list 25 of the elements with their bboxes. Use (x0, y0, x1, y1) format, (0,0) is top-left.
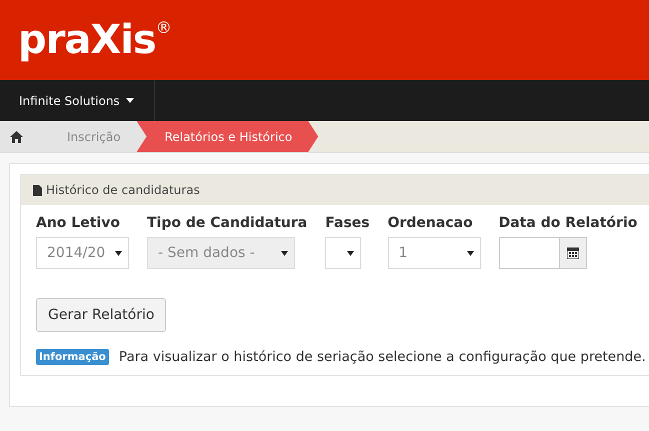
select-field[interactable]: 1 (388, 237, 481, 269)
breadcrumb-home[interactable] (0, 121, 49, 152)
logo: praXis$^{®}$ (18, 20, 171, 60)
caret-icon (466, 250, 474, 256)
info-badge: Informação (36, 349, 109, 365)
calendar-icon (566, 247, 579, 259)
home-icon (10, 130, 23, 142)
info-message: Para visualizar o histórico de seriação selecione a configuração que pretende. (118, 349, 646, 365)
panel-title: Histórico de candidaturas (46, 183, 200, 197)
caret-icon (281, 250, 288, 256)
field-label: Data do Relatório (498, 215, 638, 231)
field-label: Tipo de Candidatura (147, 215, 308, 231)
field-label: Ano Letivo (36, 215, 121, 231)
caret-icon (126, 98, 134, 103)
breadcrumb-item[interactable]: Relatórios e Histórico (136, 121, 318, 152)
select-field[interactable] (325, 237, 362, 269)
caret-icon (347, 250, 354, 256)
breadcrumb-item[interactable]: Inscrição (39, 121, 147, 152)
select-field[interactable]: 2014/20 (36, 237, 129, 269)
field-label: Fases (325, 215, 370, 231)
field-label: Ordenacao (388, 215, 474, 231)
file-icon (33, 184, 42, 196)
generate-report-button[interactable]: Gerar Relatório (36, 298, 166, 332)
date-field[interactable] (498, 237, 587, 269)
caret-icon (115, 250, 122, 256)
